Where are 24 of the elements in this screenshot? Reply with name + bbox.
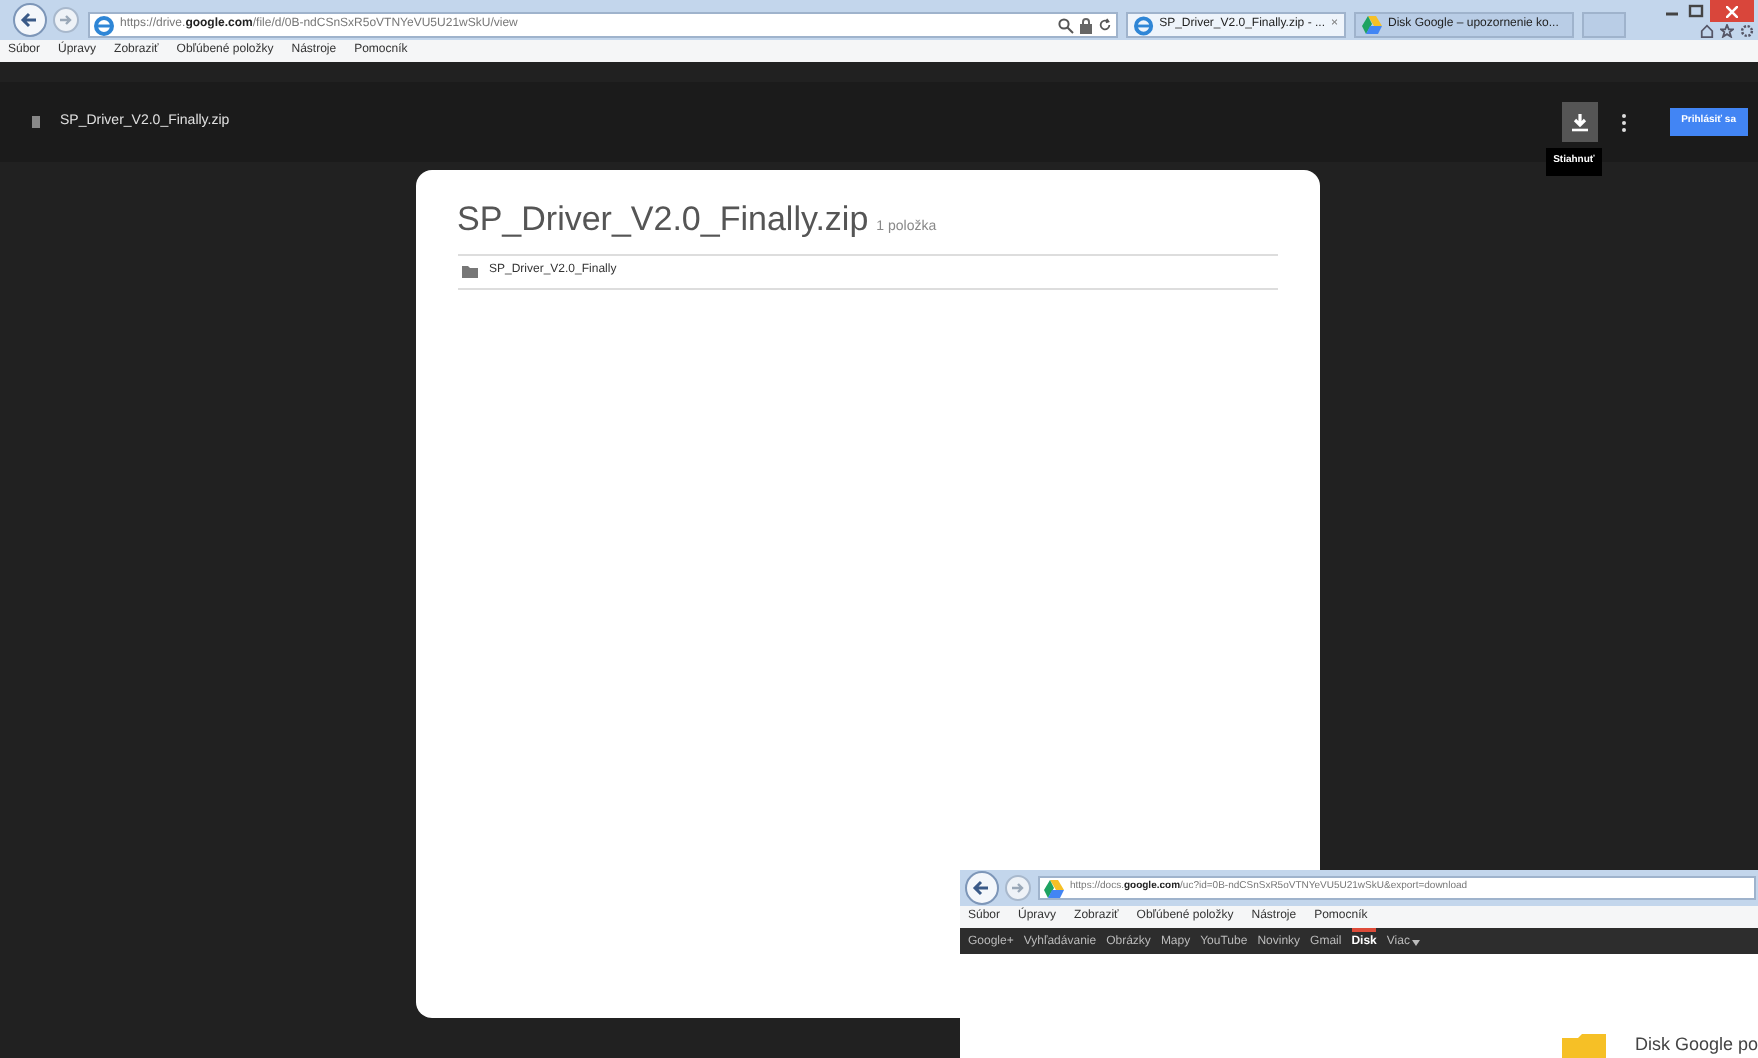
page-heading: Disk Google po — [1634, 1031, 1758, 1058]
drive-logo-icon — [1362, 16, 1382, 34]
star-icon[interactable] — [1720, 24, 1734, 38]
search-icon[interactable] — [1058, 17, 1074, 33]
back-button[interactable] — [12, 2, 48, 38]
back-button[interactable] — [964, 870, 1000, 906]
folder-icon — [461, 265, 477, 277]
folder-icon — [1562, 1034, 1607, 1058]
browser-logo-icon — [1134, 15, 1154, 35]
refresh-icon[interactable] — [1098, 18, 1112, 32]
drive-logo-icon — [1044, 879, 1064, 897]
download-icon — [1571, 113, 1588, 131]
close-icon — [1726, 5, 1738, 17]
archive-title: SP_Driver_V2.0_Finally.zip — [457, 198, 869, 242]
file-icon — [32, 116, 40, 128]
browser-logo-icon — [94, 15, 114, 35]
download-button[interactable] — [1561, 102, 1598, 142]
caret-icon — [1411, 940, 1420, 946]
lock-icon — [1080, 17, 1092, 33]
home-icon[interactable] — [1700, 24, 1714, 38]
close-button[interactable] — [1710, 0, 1754, 22]
maximize-icon[interactable] — [1686, 0, 1706, 20]
settings-icon[interactable] — [1740, 24, 1754, 38]
more-options-icon[interactable] — [1621, 113, 1626, 131]
